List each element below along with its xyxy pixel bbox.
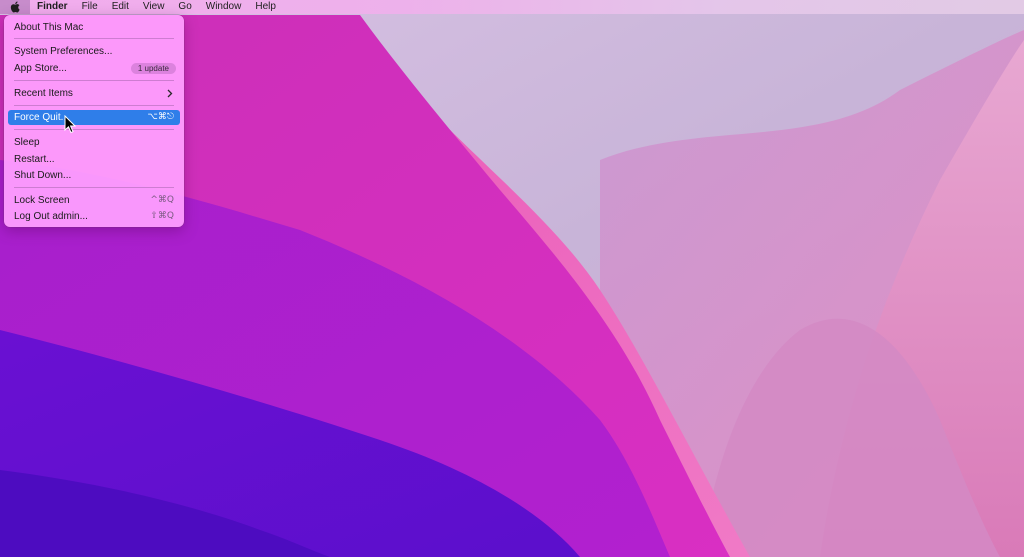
menu-item-label: Lock Screen xyxy=(14,195,70,206)
menu-item-system-preferences[interactable]: System Preferences... xyxy=(8,44,180,59)
menu-item-label: About This Mac xyxy=(14,22,84,33)
keyboard-shortcut: ⌥⌘⎋ xyxy=(147,112,175,122)
menu-item-label: Force Quit... xyxy=(14,112,70,123)
menu-separator xyxy=(14,129,174,130)
menu-item-about-this-mac[interactable]: About This Mac xyxy=(8,20,180,35)
menu-item-label: System Preferences... xyxy=(14,46,113,57)
menu-bar: Finder File Edit View Go Window Help xyxy=(0,0,1024,14)
update-count-badge: 1 update xyxy=(130,63,176,74)
menu-item-label: Shut Down... xyxy=(14,170,72,181)
keyboard-shortcut: ^⌘Q xyxy=(150,195,174,205)
menu-item-sleep[interactable]: Sleep xyxy=(8,135,180,150)
menu-file[interactable]: File xyxy=(75,0,105,14)
menu-separator xyxy=(14,38,174,39)
menu-separator xyxy=(14,80,174,81)
menu-item-label: Sleep xyxy=(14,137,40,148)
menu-view[interactable]: View xyxy=(136,0,172,14)
menu-item-app-store[interactable]: App Store... 1 update xyxy=(8,61,180,76)
menu-item-label: Recent Items xyxy=(14,88,73,99)
menu-item-lock-screen[interactable]: Lock Screen ^⌘Q xyxy=(8,193,180,208)
menu-item-recent-items[interactable]: Recent Items xyxy=(8,86,180,101)
chevron-right-icon xyxy=(167,89,173,98)
menu-item-label: Log Out admin... xyxy=(14,211,88,222)
menu-item-label: Restart... xyxy=(14,154,55,165)
menu-item-shut-down[interactable]: Shut Down... xyxy=(8,168,180,183)
keyboard-shortcut: ⇧⌘Q xyxy=(150,211,174,221)
menu-finder[interactable]: Finder xyxy=(30,0,75,14)
menu-item-log-out[interactable]: Log Out admin... ⇧⌘Q xyxy=(8,209,180,224)
apple-menu-dropdown: About This Mac System Preferences... App… xyxy=(4,15,184,227)
apple-logo-icon xyxy=(10,1,20,13)
mouse-pointer-icon xyxy=(64,115,76,134)
menu-separator xyxy=(14,105,174,106)
menu-edit[interactable]: Edit xyxy=(105,0,136,14)
menu-item-force-quit[interactable]: Force Quit... ⌥⌘⎋ xyxy=(8,110,180,125)
menu-window[interactable]: Window xyxy=(199,0,249,14)
apple-menu-button[interactable] xyxy=(0,0,30,14)
menu-item-restart[interactable]: Restart... xyxy=(8,152,180,167)
menu-item-label: App Store... xyxy=(14,63,67,74)
menu-separator xyxy=(14,187,174,188)
menu-help[interactable]: Help xyxy=(248,0,283,14)
menu-go[interactable]: Go xyxy=(171,0,198,14)
